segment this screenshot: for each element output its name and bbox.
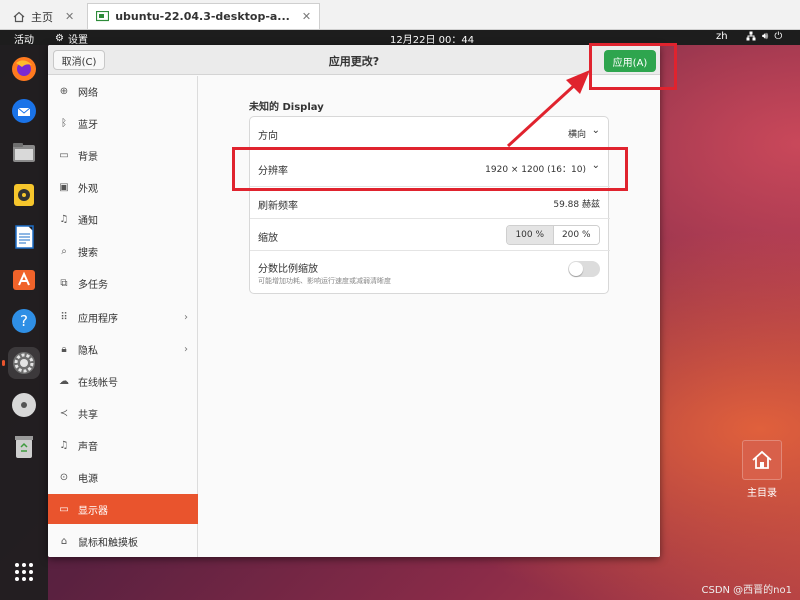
annotation-arrow xyxy=(506,70,590,148)
